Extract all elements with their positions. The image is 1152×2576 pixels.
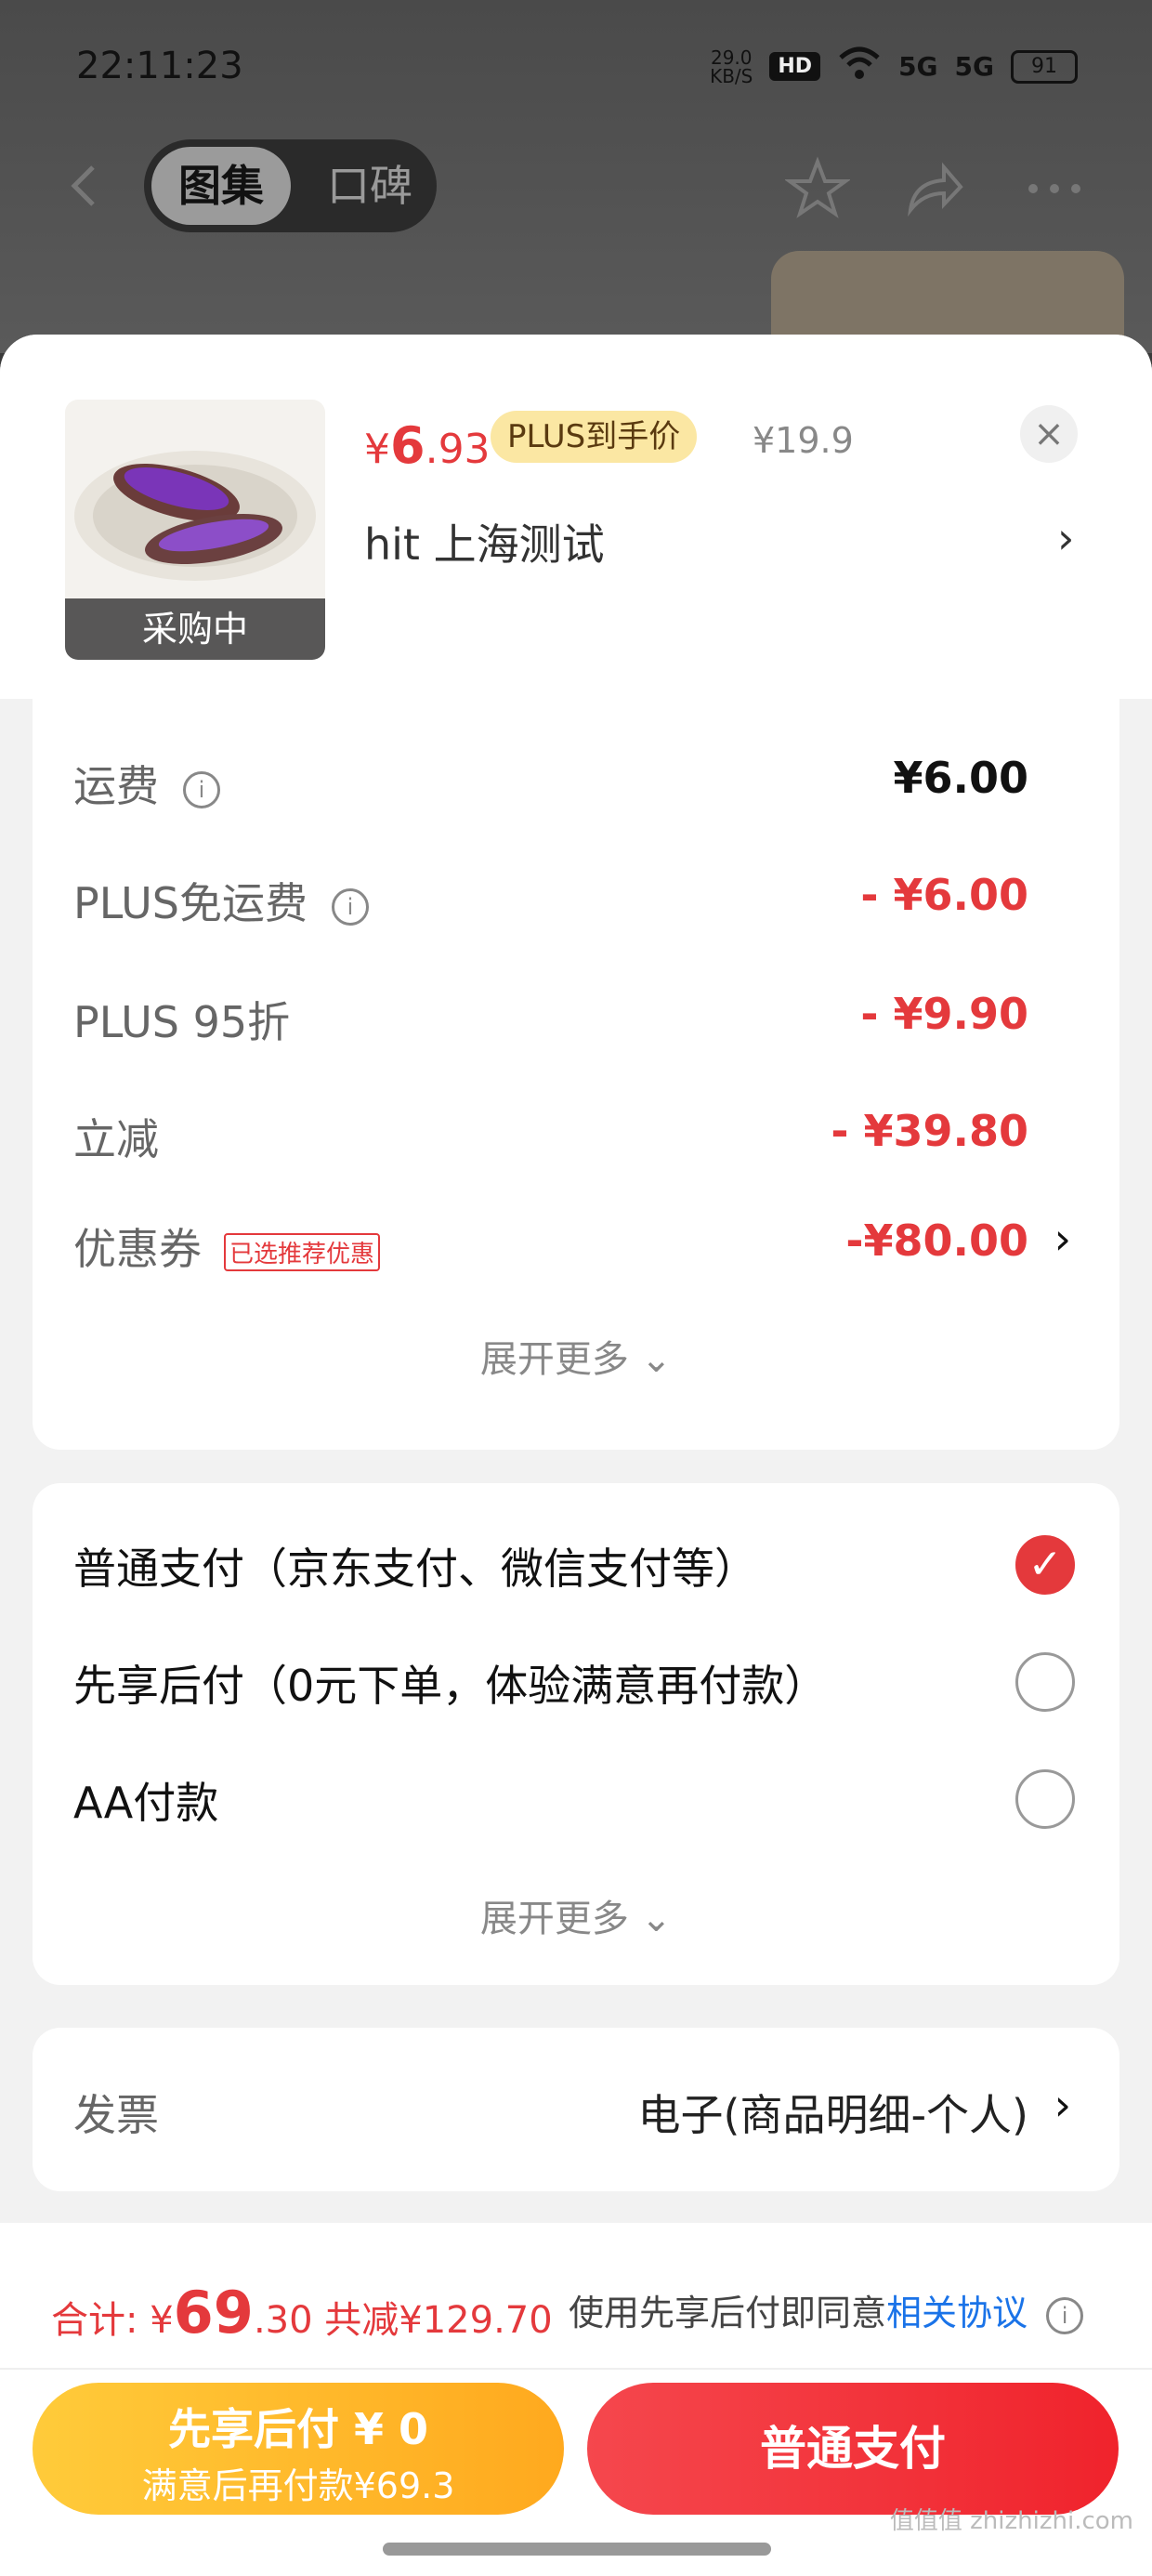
agreement-text: 使用先享后付即同意相关协议 i [569,2284,1084,2335]
radio-unchecked-icon[interactable] [1015,1652,1075,1712]
home-indicator[interactable] [383,2543,771,2556]
tab-reviews[interactable]: 口碑 [309,147,430,225]
top-nav-bar: 图集 口碑 [0,139,1152,232]
coupon-value: -¥80.00 [845,1216,1028,1266]
status-time: 22:11:23 [76,45,243,87]
wifi-icon [837,45,882,88]
payment-card: 普通支付（京东支付、微信支付等） ✓ 先享后付（0元下单，体验满意再付款） AA… [33,1483,1119,1985]
chevron-right-icon[interactable]: › [1054,1214,1071,1264]
plus-95-label: PLUS 95折 [73,997,291,1047]
close-button[interactable]: × [1020,405,1078,463]
hd-icon: HD [769,52,821,81]
payment-option-normal[interactable]: 普通支付（京东支付、微信支付等） [73,1535,757,1597]
share-icon[interactable] [901,156,966,221]
pay-later-button[interactable]: 先享后付 ¥ 0 满意后再付款¥69.3 [33,2383,564,2515]
back-arrow-icon[interactable] [58,158,113,214]
radio-checked-icon[interactable]: ✓ [1015,1535,1075,1595]
fee-card: 运费 i ¥6.00 PLUS免运费 i - ¥6.00 PLUS 95折 - ¥9… [33,699,1119,1115]
product-name[interactable]: hit 上海测试 [364,511,605,572]
plus-free-shipping-label: PLUS免运费 i [73,870,369,931]
more-icon[interactable] [1022,156,1087,221]
info-icon[interactable]: i [1046,2296,1084,2334]
network-speed: 29.0 KB/S [710,46,753,87]
signal-icon-2: 5G [954,51,994,82]
plus-95-value: - ¥9.90 [860,989,1028,1039]
view-tabs: 图集 口碑 [144,139,437,232]
instant-discount-label: 立减 [73,1114,159,1164]
shipping-label: 运费 i [73,753,220,814]
product-image[interactable]: 采购中 [65,400,325,660]
coupon-row[interactable]: 优惠券 已选推荐优惠 [73,1216,381,1277]
plus-free-shipping-value: - ¥6.00 [860,870,1028,920]
product-header: 采购中 ¥6.93 PLUS到手价 ¥19.9 × hit 上海测试 › [0,335,1152,699]
payment-option-pay-later[interactable]: 先享后付（0元下单，体验满意再付款） [73,1652,827,1714]
divider [0,2368,1152,2370]
star-icon[interactable] [785,156,850,221]
signal-icon: 5G [898,51,938,82]
info-icon[interactable]: i [183,770,220,808]
instant-discount-value: - ¥39.80 [831,1106,1028,1156]
expand-more-fees[interactable]: 展开更多 ⌄ [33,1329,1119,1383]
chevron-right-icon[interactable]: › [1057,513,1074,563]
coupon-tag: 已选推荐优惠 [224,1233,381,1271]
original-price: ¥19.9 [753,420,854,461]
invoice-value: 电子(商品明细-个人) [637,2090,1029,2140]
chevron-right-icon[interactable]: › [1054,2080,1071,2130]
info-icon[interactable]: i [331,887,369,926]
invoice-label: 发票 [73,2090,159,2140]
watermark: 值值值 zhizhizhi.com [889,2507,1133,2535]
invoice-card[interactable]: 发票 电子(商品明细-个人) › [33,2028,1119,2191]
purchasing-tag: 采购中 [65,598,325,660]
total-amount: 合计: ¥69.30 共减¥129.70 [51,2279,553,2346]
battery-icon: 91 [1011,49,1078,84]
payment-option-aa[interactable]: AA付款 [73,1769,218,1831]
shipping-value: ¥6.00 [893,753,1028,803]
tab-gallery[interactable]: 图集 [151,147,291,225]
plus-price-badge: PLUS到手价 [491,411,698,463]
radio-unchecked-icon[interactable] [1015,1769,1075,1829]
status-icons: 29.0 KB/S HD 5G 5G 91 [710,45,1078,88]
discount-card: 立减 - ¥39.80 优惠券 已选推荐优惠 -¥80.00 › 展开更多 ⌄ [33,1078,1119,1450]
product-price: ¥6.93 [364,416,491,475]
agreement-link[interactable]: 相关协议 [886,2293,1028,2333]
checkout-footer: 合计: ¥69.30 共减¥129.70 使用先享后付即同意相关协议 i 先享后… [0,2223,1152,2576]
normal-pay-button[interactable]: 普通支付 [587,2383,1119,2515]
expand-more-payment[interactable]: 展开更多 ⌄ [33,1888,1119,1942]
